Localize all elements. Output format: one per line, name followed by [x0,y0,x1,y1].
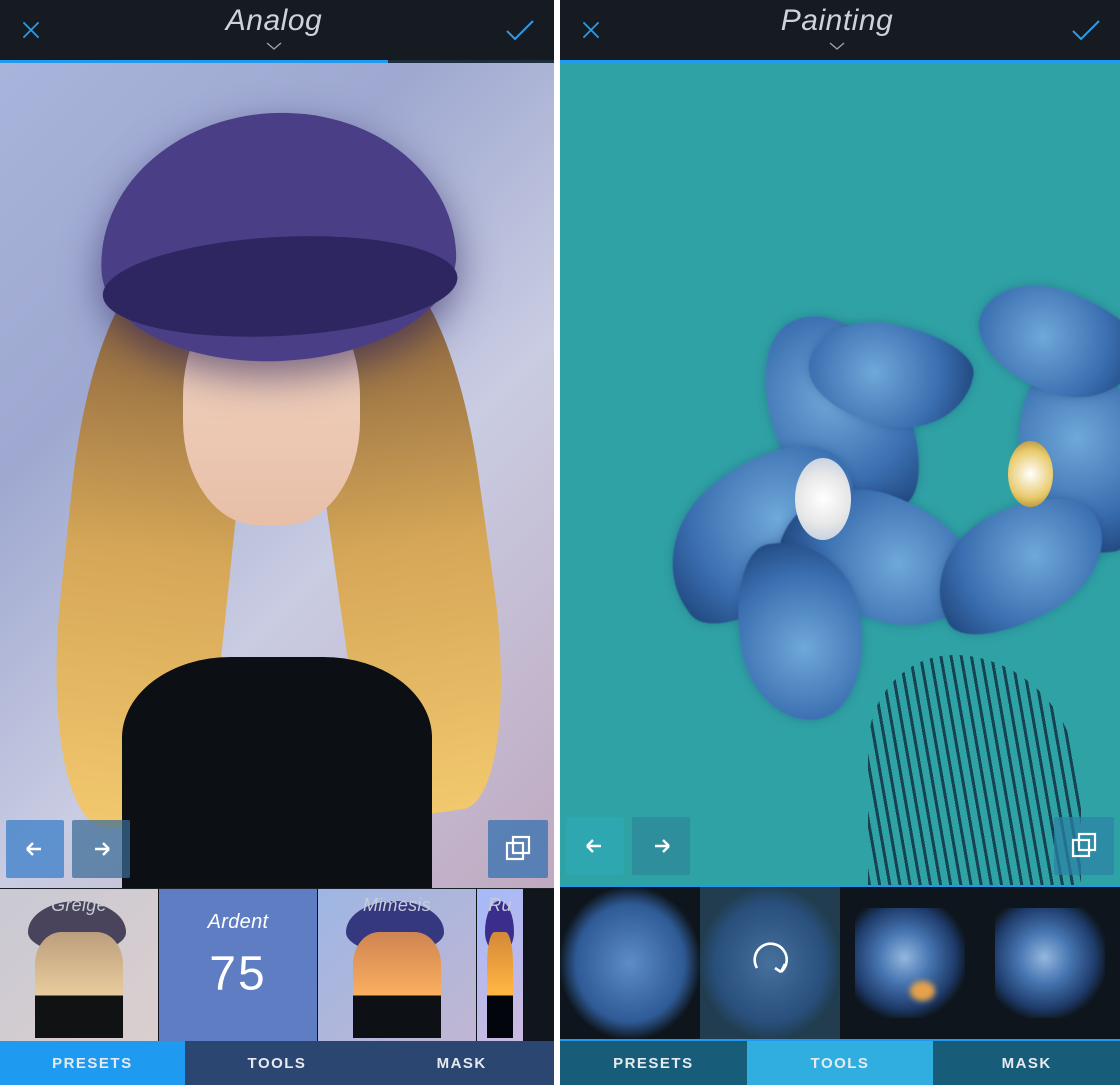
brush-strip[interactable] [560,885,1120,1041]
preset-strip[interactable]: Greige Ardent 75 Mimesis Ru [0,888,554,1041]
header: Painting [560,0,1120,60]
tab-presets[interactable]: PRESETS [0,1041,185,1085]
brush-preset-3[interactable] [840,887,980,1039]
screen-painting: Painting [560,0,1120,1085]
chevron-down-icon [265,38,283,56]
preset-label: Greige [0,895,158,916]
brush-thumb [855,908,965,1018]
chevron-down-icon [828,38,846,56]
preset-ru[interactable]: Ru [477,889,524,1041]
preset-label: Mimesis [318,895,476,916]
screen-analog: Analog [0,0,560,1085]
brush-thumb [560,887,700,1039]
canvas-action-row [6,820,548,878]
redo-icon [745,938,795,988]
brush-thumb [995,908,1105,1018]
brush-preset-1[interactable] [560,887,700,1039]
close-icon[interactable] [578,17,604,43]
bottom-tab-row: PRESETS TOOLS MASK [560,1041,1120,1085]
preset-label: Ru [477,895,523,916]
header-title: Analog [226,4,322,38]
bottom-tab-row: PRESETS TOOLS MASK [0,1041,554,1085]
header-title-group[interactable]: Painting [781,4,893,56]
header: Analog [0,0,554,60]
painting-image [560,63,1120,885]
header-title-group[interactable]: Analog [226,4,322,56]
brush-preset-4[interactable] [980,887,1120,1039]
preset-intensity-value: 75 [159,947,317,1002]
compare-button[interactable] [1054,817,1114,875]
undo-button[interactable] [566,817,624,875]
header-title: Painting [781,4,893,38]
redo-button[interactable] [72,820,130,878]
undo-button[interactable] [6,820,64,878]
confirm-icon[interactable] [504,17,536,43]
close-icon[interactable] [18,17,44,43]
tab-mask[interactable]: MASK [933,1041,1120,1085]
tab-mask[interactable]: MASK [369,1041,554,1085]
brush-preset-2[interactable] [700,887,840,1039]
confirm-icon[interactable] [1070,17,1102,43]
compare-button[interactable] [488,820,548,878]
canvas-action-row [566,817,1114,875]
preset-greige[interactable]: Greige [0,889,159,1041]
tab-tools[interactable]: TOOLS [185,1041,370,1085]
preset-mimesis[interactable]: Mimesis [318,889,477,1041]
tab-presets[interactable]: PRESETS [560,1041,747,1085]
image-canvas[interactable] [0,63,554,888]
preset-label: Ardent [159,911,317,934]
redo-button[interactable] [632,817,690,875]
image-canvas[interactable] [560,63,1120,885]
tab-tools[interactable]: TOOLS [747,1041,934,1085]
portrait-image [0,63,554,888]
preset-ardent[interactable]: Ardent 75 [159,889,318,1041]
